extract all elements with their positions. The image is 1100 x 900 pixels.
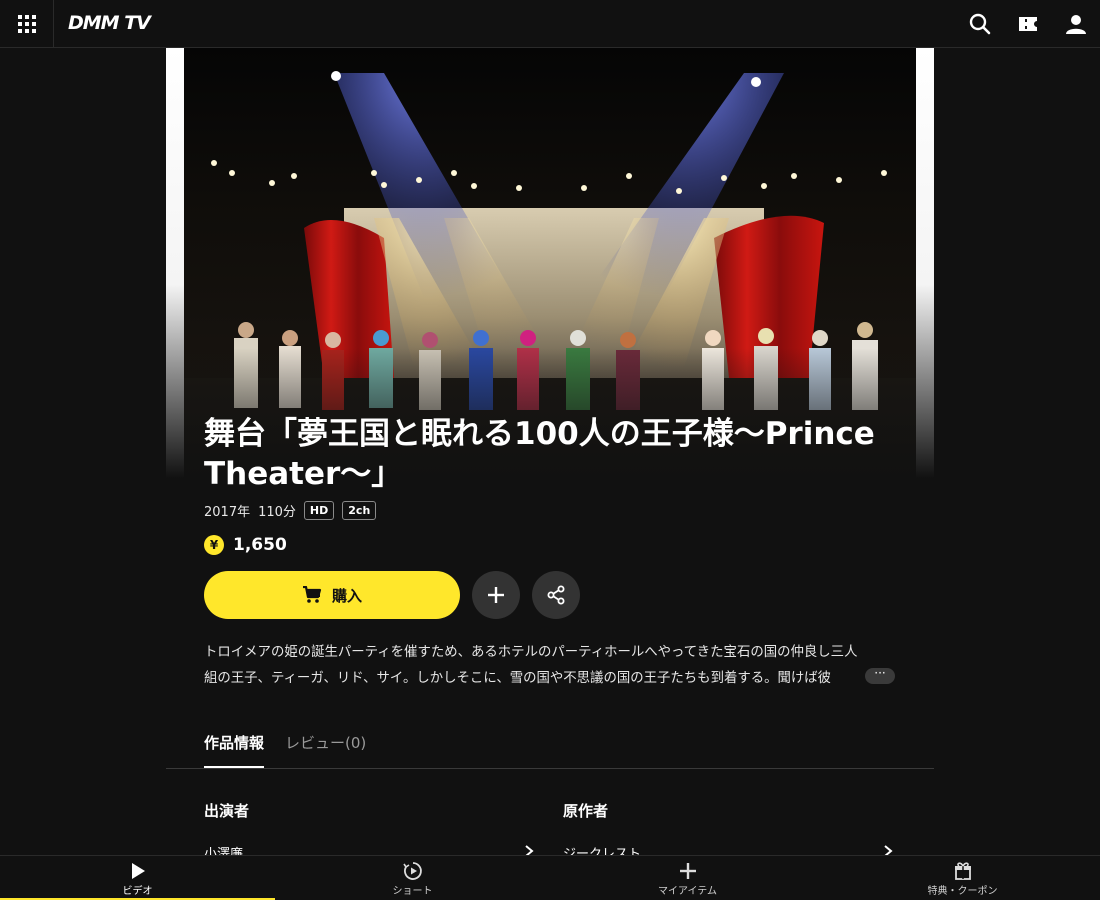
nav-video-label: ビデオ xyxy=(122,886,153,897)
work-title: 舞台「夢王国と眠れる100人の王子様〜Prince Theater〜」 xyxy=(204,416,875,492)
tab-reviews[interactable]: レビュー(0) xyxy=(285,732,366,768)
hero-side-left xyxy=(166,48,184,478)
search-icon[interactable] xyxy=(968,12,992,36)
nav-my-items[interactable]: マイアイテム xyxy=(550,856,825,900)
description-line-1: トロイメアの姫の誕生パーティを催すため、あるホテルのパーティホールへやってきた宝… xyxy=(204,645,858,660)
price-value: 1,650 xyxy=(233,535,287,555)
expand-description-button[interactable]: ··· xyxy=(865,667,895,684)
ticket-icon[interactable] xyxy=(1016,12,1040,36)
nav-benefits-coupons[interactable]: 特典・クーポン xyxy=(825,856,1100,900)
apps-grid-button[interactable] xyxy=(0,0,54,48)
nav-benefits-label: 特典・クーポン xyxy=(927,886,998,897)
detail-tabs: 作品情報 レビュー(0) xyxy=(166,720,934,769)
yen-coin-icon: ¥ xyxy=(204,535,224,555)
nav-short[interactable]: ショート xyxy=(275,856,550,900)
dmm-tv-logo[interactable]: DMM TV xyxy=(68,12,151,34)
description-line-2: 組の王子、ティーガ、リド、サイ。しかしそこに、雪の国や不思議の国の王子たちも到着… xyxy=(204,671,832,686)
short-icon xyxy=(402,862,422,880)
release-year: 2017年 xyxy=(204,505,251,520)
audio-channel-badge: 2ch xyxy=(342,501,377,520)
user-icon[interactable] xyxy=(1064,12,1088,36)
gift-icon xyxy=(954,862,971,880)
bottom-navigation: ビデオ ショート マイアイテム 特典・クーポン xyxy=(0,855,1100,900)
plus-icon xyxy=(679,863,696,879)
play-icon xyxy=(131,863,145,879)
buy-button[interactable]: 購入 xyxy=(204,571,460,619)
nav-my-items-label: マイアイテム xyxy=(658,886,717,897)
top-header: DMM TV xyxy=(0,0,1100,48)
hero-side-right xyxy=(916,48,934,478)
nav-short-label: ショート xyxy=(392,886,433,897)
work-meta: 2017年 110分 HD 2ch xyxy=(204,501,384,520)
share-button[interactable] xyxy=(532,571,580,619)
add-to-list-button[interactable] xyxy=(472,571,520,619)
duration: 110分 xyxy=(258,505,296,520)
tab-work-info[interactable]: 作品情報 xyxy=(204,732,265,768)
nav-video[interactable]: ビデオ xyxy=(0,856,275,900)
plus-icon xyxy=(488,587,504,603)
work-description: トロイメアの姫の誕生パーティを催すため、あるホテルのパーティホールへやってきた宝… xyxy=(204,640,904,692)
cast-heading: 出演者 xyxy=(204,802,250,820)
price: ¥ 1,650 xyxy=(204,535,287,555)
buy-button-label: 購入 xyxy=(331,586,362,605)
original-author-heading: 原作者 xyxy=(563,802,609,820)
cart-icon xyxy=(302,586,322,603)
share-icon xyxy=(547,585,565,605)
apps-grid-icon xyxy=(17,15,36,33)
hd-badge: HD xyxy=(303,501,335,520)
